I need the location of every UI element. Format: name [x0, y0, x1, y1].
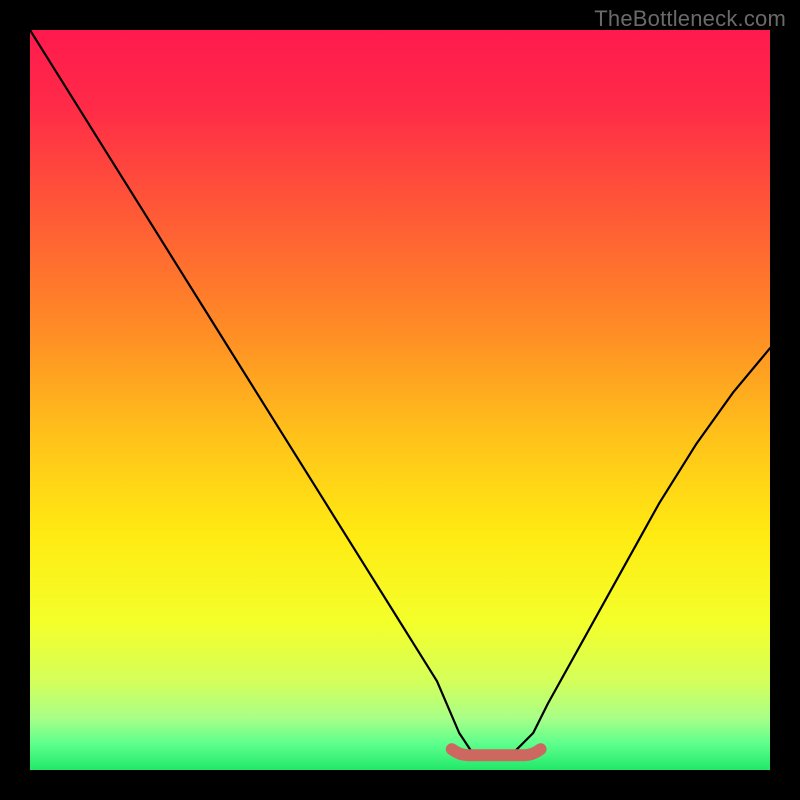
watermark-text: TheBottleneck.com [594, 6, 786, 32]
bottleneck-chart [30, 30, 770, 770]
gradient-background [30, 30, 770, 770]
chart-frame [30, 30, 770, 770]
optimal-range-marker [452, 749, 541, 755]
